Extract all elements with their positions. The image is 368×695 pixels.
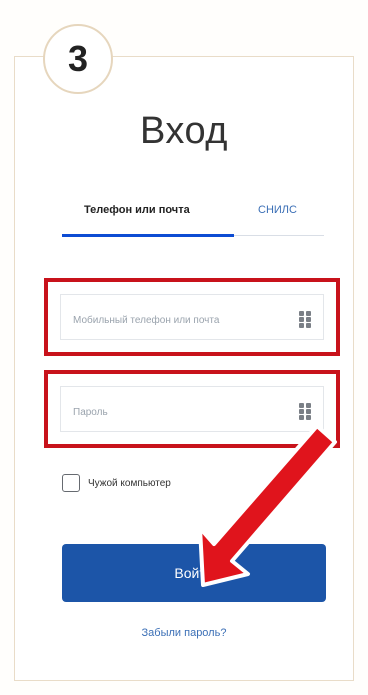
foreign-computer-label: Чужой компьютер: [88, 477, 171, 489]
tab-phone-or-email[interactable]: Телефон или почта: [84, 204, 190, 216]
password-input[interactable]: Пароль: [60, 386, 324, 432]
tab-divider: [234, 235, 324, 236]
foreign-computer-checkbox[interactable]: [62, 474, 80, 492]
foreign-computer-option[interactable]: Чужой компьютер: [62, 472, 171, 494]
login-input[interactable]: Мобильный телефон или почта: [60, 294, 324, 340]
login-method-tabs: Телефон или почта СНИЛС: [62, 198, 324, 242]
active-tab-indicator: [62, 234, 234, 237]
password-input-placeholder: Пароль: [73, 407, 108, 418]
login-input-placeholder: Мобильный телефон или почта: [73, 315, 220, 326]
step-number-badge: 3: [43, 24, 113, 94]
password-field-highlight: Пароль: [44, 370, 340, 448]
login-screen: 3 Вход Телефон или почта СНИЛС Мобильный…: [0, 0, 368, 695]
login-button-label: Войти: [174, 565, 214, 581]
tab-snils[interactable]: СНИЛС: [258, 204, 297, 216]
login-field-highlight: Мобильный телефон или почта: [44, 278, 340, 356]
step-number: 3: [67, 38, 89, 79]
forgot-password-link[interactable]: Забыли пароль?: [0, 627, 368, 639]
page-title: Вход: [140, 110, 228, 152]
login-button[interactable]: Войти: [62, 544, 326, 602]
keyboard-icon[interactable]: [299, 311, 311, 329]
keyboard-icon[interactable]: [299, 403, 311, 421]
